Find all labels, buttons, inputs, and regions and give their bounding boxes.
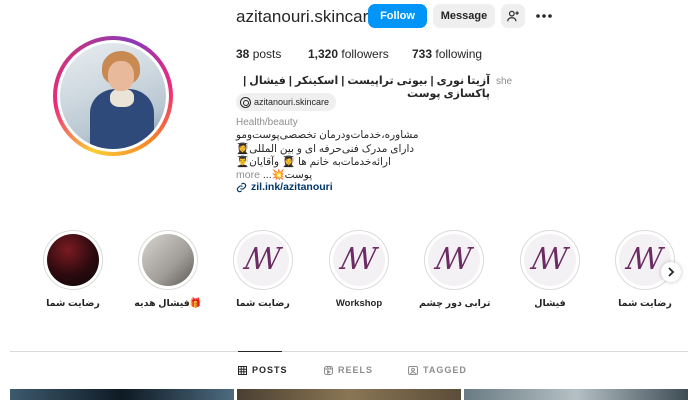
options-button[interactable] [532, 4, 556, 28]
brand-logo-icon: ꟿ [244, 242, 282, 277]
posts-label: posts [252, 47, 282, 61]
tab-reels-label: REELS [338, 365, 374, 375]
followers-count: 1,320 [308, 47, 339, 61]
bio-line: ارائه‌خدمات‌به خانم ها 👩‍🎓 وآقایان👨‍🎓 [236, 156, 391, 168]
brand-logo-icon: ꟿ [435, 242, 473, 277]
highlight-label: رضایت شما [46, 298, 100, 309]
highlight-item[interactable]: ꟿ Workshop [324, 230, 394, 309]
highlight-label: فیشال هدیه🎁 [134, 298, 202, 309]
following-label: following [435, 47, 483, 61]
tab-tagged-label: TAGGED [423, 365, 467, 375]
avatar-photo [60, 43, 166, 149]
posts-count: 38 [236, 47, 250, 61]
tab-tagged[interactable]: TAGGED [408, 365, 467, 375]
profile-category: Health/beauty [236, 117, 298, 128]
profile-link-text: zil.ink/azitanouri [251, 181, 333, 193]
bio-more-link[interactable]: more [236, 169, 260, 181]
highlight-cover [47, 234, 99, 286]
tab-posts-label: POSTS [252, 365, 288, 375]
highlight-cover: ꟿ [524, 234, 576, 286]
followers-label: followers [341, 47, 389, 61]
highlight-item[interactable]: ꟿ فیشال [515, 230, 585, 309]
threads-handle: azitanouri.skincare [254, 97, 330, 107]
stat-posts: 38 posts [236, 47, 281, 61]
profile-pronoun: she [496, 76, 513, 87]
bio-line: دارای مدرک فنی‌حرفه ای و بین المللی👩‍🎓 [236, 143, 415, 155]
reels-icon [324, 365, 333, 375]
highlight-item[interactable]: ꟿ رضایت شما [228, 230, 298, 309]
highlight-label: ترابی دور چشم [419, 298, 491, 309]
suggest-user-button[interactable] [501, 4, 525, 28]
tabs-divider [10, 351, 688, 352]
highlight-cover: ꟿ [333, 234, 385, 286]
threads-badge[interactable]: azitanouri.skincare [236, 93, 337, 111]
highlights-next-button[interactable] [661, 262, 681, 282]
following-count: 733 [412, 47, 433, 61]
highlight-label: فیشال [534, 298, 566, 309]
threads-icon [240, 96, 251, 108]
message-button[interactable]: Message [433, 4, 495, 28]
post-thumbnail[interactable] [10, 389, 234, 400]
highlight-item[interactable]: رضایت شما [38, 230, 108, 309]
brand-logo-icon: ꟿ [531, 242, 569, 277]
stat-followers[interactable]: 1,320 followers [308, 47, 389, 61]
active-tab-indicator [238, 351, 282, 352]
link-icon [236, 182, 247, 192]
profile-link[interactable]: zil.ink/azitanouri [236, 181, 333, 193]
highlight-cover [142, 234, 194, 286]
brand-logo-icon: ꟿ [626, 242, 664, 277]
highlight-label: رضایت شما [236, 298, 290, 309]
profile-username: azitanouri.skincare [236, 7, 378, 26]
follow-button[interactable]: Follow [368, 4, 427, 28]
post-thumbnail[interactable] [237, 389, 461, 400]
highlight-item[interactable]: ꟿ ترابی دور چشم [419, 230, 491, 309]
highlight-cover: ꟿ [428, 234, 480, 286]
brand-logo-icon: ꟿ [340, 242, 378, 277]
tagged-icon [408, 365, 418, 375]
highlight-label: رضایت شما [618, 298, 672, 309]
grid-icon [238, 365, 247, 375]
bio-line: مشاوره،خدمات‌ودرمان تخصصی‌پوست‌ومو [236, 129, 419, 141]
highlight-item[interactable]: فیشال هدیه🎁 [133, 230, 203, 309]
bio-line-last: پوست💥... more [236, 168, 312, 181]
bio-line-text: پوست💥... [262, 169, 313, 181]
post-thumbnail[interactable] [464, 389, 688, 400]
stat-following[interactable]: 733 following [412, 47, 482, 61]
highlight-label: Workshop [335, 298, 383, 309]
chevron-right-icon [668, 267, 675, 277]
tab-reels[interactable]: REELS [324, 365, 373, 375]
highlight-cover: ꟿ [237, 234, 289, 286]
tab-posts[interactable]: POSTS [238, 365, 288, 375]
add-user-icon [507, 10, 519, 22]
more-options-icon [536, 14, 552, 18]
profile-avatar[interactable] [53, 36, 173, 156]
